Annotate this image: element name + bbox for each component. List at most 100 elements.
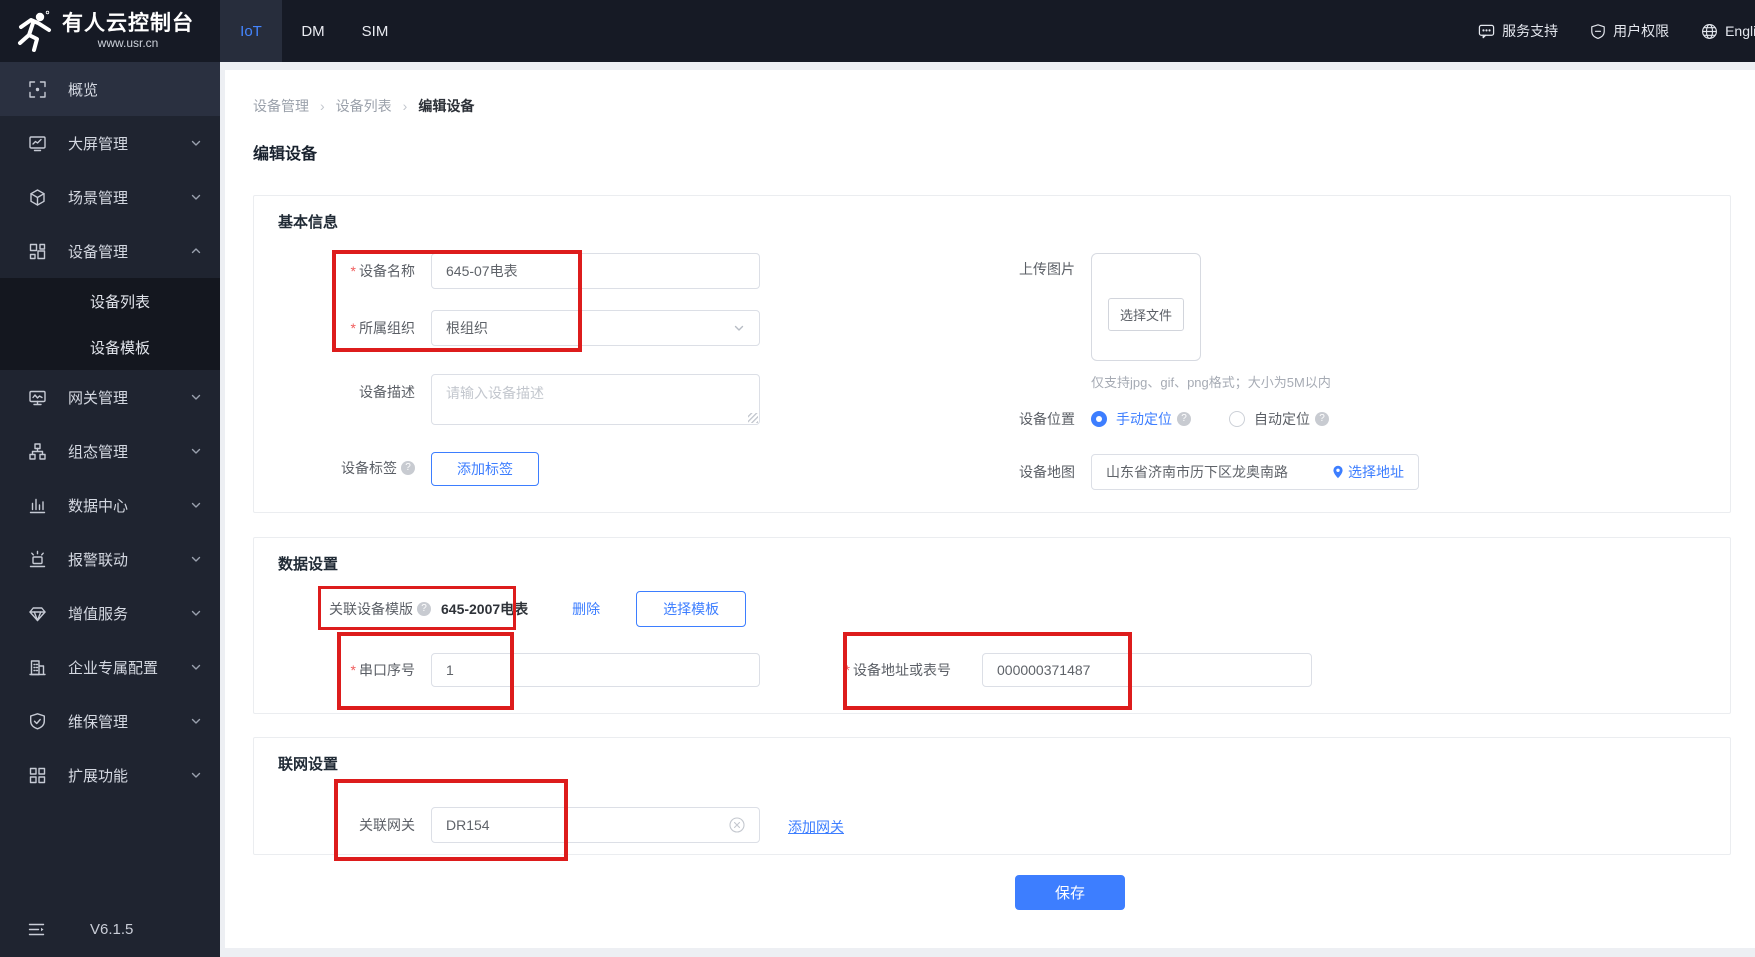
sidebar-item-value-added[interactable]: 增值服务 bbox=[0, 586, 220, 640]
sidebar-label: 概览 bbox=[68, 81, 99, 99]
top-header: 有人云控制台 www.usr.cn IoT DM SIM 服务支持 用户权限 E… bbox=[0, 0, 1755, 62]
sidebar-item-screen-mgmt[interactable]: 大屏管理 bbox=[0, 116, 220, 170]
description-textarea[interactable] bbox=[431, 374, 760, 425]
device-location-label: 设备位置 bbox=[1019, 411, 1075, 427]
chevron-down-icon bbox=[190, 661, 202, 673]
basic-info-card: 基本信息 设备名称 所属组织 根组织 设备描述 设备标签 ? 添加标签 上传图片… bbox=[253, 195, 1731, 513]
auto-locate-radio[interactable] bbox=[1229, 411, 1245, 427]
building-icon bbox=[29, 659, 46, 675]
organization-value: 根组织 bbox=[446, 320, 488, 336]
main-area: 设备管理 › 设备列表 › 编辑设备 编辑设备 基本信息 设备名称 所属组织 根… bbox=[220, 62, 1755, 957]
breadcrumb: 设备管理 › 设备列表 › 编辑设备 bbox=[253, 96, 474, 116]
breadcrumb-device-mgmt[interactable]: 设备管理 bbox=[253, 96, 309, 116]
language-label: English bbox=[1725, 23, 1755, 39]
sidebar-item-enterprise-config[interactable]: 企业专属配置 bbox=[0, 640, 220, 694]
collapse-menu-icon[interactable] bbox=[28, 922, 45, 937]
page-title: 编辑设备 bbox=[253, 146, 318, 163]
configuration-icon bbox=[29, 442, 46, 460]
brand-subtitle: www.usr.cn bbox=[97, 35, 159, 50]
choose-template-button[interactable]: 选择模板 bbox=[636, 591, 747, 627]
sidebar-item-config-mgmt[interactable]: 组态管理 bbox=[0, 424, 220, 478]
choose-address-link[interactable]: 选择地址 bbox=[1332, 462, 1404, 482]
template-label: 关联设备模版 bbox=[329, 601, 413, 617]
permissions-menu[interactable]: 用户权限 bbox=[1590, 21, 1669, 41]
choose-file-button[interactable]: 选择文件 bbox=[1107, 298, 1185, 331]
device-icon bbox=[29, 243, 46, 259]
serial-number-label: 串口序号 bbox=[254, 653, 415, 687]
meter-address-input[interactable] bbox=[982, 653, 1312, 687]
tags-help-icon[interactable]: ? bbox=[401, 461, 415, 475]
chevron-down-icon bbox=[190, 607, 202, 619]
runner-logo-icon bbox=[18, 10, 51, 52]
sidebar-item-device-list[interactable]: 设备列表 bbox=[0, 278, 220, 324]
template-value: 645-2007电表 bbox=[441, 601, 529, 617]
delete-template-link[interactable]: 删除 bbox=[572, 599, 600, 619]
upload-hint: 仅支持jpg、gif、png格式；大小为5M以内 bbox=[1091, 375, 1331, 390]
sidebar-label: 报警联动 bbox=[68, 551, 129, 569]
chevron-up-icon bbox=[190, 245, 202, 257]
chevron-down-icon bbox=[190, 715, 202, 727]
manual-locate-help-icon[interactable]: ? bbox=[1177, 412, 1191, 426]
sidebar-item-data-center[interactable]: 数据中心 bbox=[0, 478, 220, 532]
manual-locate-radio[interactable] bbox=[1091, 411, 1107, 427]
sidebar-label: 扩展功能 bbox=[68, 767, 129, 785]
meter-address-label: 设备地址或表号 bbox=[790, 653, 951, 687]
data-settings-card: 数据设置 关联设备模版 ? 645-2007电表 删除 选择模板 串口序号 设备… bbox=[253, 537, 1731, 714]
sidebar-label: 维保管理 bbox=[68, 713, 129, 731]
big-screen-icon bbox=[29, 135, 46, 151]
breadcrumb-device-list[interactable]: 设备列表 bbox=[336, 96, 392, 116]
scene-icon bbox=[30, 188, 45, 206]
sidebar-item-scene-mgmt[interactable]: 场景管理 bbox=[0, 170, 220, 224]
sidebar-label: 网关管理 bbox=[68, 389, 129, 407]
clear-icon[interactable] bbox=[729, 817, 745, 833]
upload-image-label: 上传图片 bbox=[1019, 261, 1075, 277]
chevron-down-icon bbox=[190, 391, 202, 403]
add-tag-button[interactable]: 添加标签 bbox=[431, 452, 539, 486]
upload-dropzone[interactable]: 选择文件 bbox=[1091, 253, 1201, 361]
gateway-input[interactable]: DR154 bbox=[431, 807, 760, 843]
sidebar-item-device-mgmt[interactable]: 设备管理 bbox=[0, 224, 220, 278]
device-map-input[interactable]: 山东省济南市历下区龙奥南路 选择地址 bbox=[1091, 454, 1419, 490]
sidebar-item-gateway-mgmt[interactable]: 网关管理 bbox=[0, 370, 220, 424]
tab-sim[interactable]: SIM bbox=[344, 0, 406, 62]
shield-icon bbox=[1591, 23, 1605, 39]
chevron-down-icon bbox=[734, 325, 744, 331]
bar-chart-icon bbox=[29, 498, 46, 513]
device-name-input[interactable] bbox=[431, 253, 760, 289]
chevron-down-icon bbox=[190, 553, 202, 565]
data-settings-heading: 数据设置 bbox=[278, 556, 339, 573]
organization-select[interactable]: 根组织 bbox=[431, 310, 760, 346]
location-radio-group: 手动定位 ? 自动定位 ? bbox=[1091, 408, 1329, 430]
manual-locate-label[interactable]: 手动定位 bbox=[1116, 409, 1172, 429]
tab-iot[interactable]: IoT bbox=[220, 0, 282, 62]
device-mgmt-submenu: 设备列表 设备模板 bbox=[0, 278, 220, 370]
tags-label: 设备标签 ? bbox=[254, 451, 415, 485]
sidebar-label: 增值服务 bbox=[68, 605, 129, 623]
sidebar-footer: V6.1.5 bbox=[0, 907, 220, 951]
auto-locate-help-icon[interactable]: ? bbox=[1315, 412, 1329, 426]
template-row: 关联设备模版 ? 645-2007电表 删除 选择模板 bbox=[329, 589, 747, 629]
sidebar-label: 场景管理 bbox=[68, 189, 129, 207]
serial-number-input[interactable] bbox=[431, 653, 760, 687]
sidebar-label: 设备管理 bbox=[68, 243, 129, 261]
version-label: V6.1.5 bbox=[90, 920, 134, 938]
add-gateway-link[interactable]: 添加网关 bbox=[788, 817, 844, 837]
sidebar-item-extensions[interactable]: 扩展功能 bbox=[0, 748, 220, 802]
auto-locate-label[interactable]: 自动定位 bbox=[1254, 409, 1310, 429]
tab-dm[interactable]: DM bbox=[282, 0, 344, 62]
sidebar-item-alarm-linkage[interactable]: 报警联动 bbox=[0, 532, 220, 586]
shield-check-icon bbox=[30, 712, 45, 729]
organization-label: 所属组织 bbox=[254, 310, 415, 346]
sidebar-item-device-template[interactable]: 设备模板 bbox=[0, 324, 220, 370]
sidebar-item-maintenance[interactable]: 维保管理 bbox=[0, 694, 220, 748]
language-switch[interactable]: English bbox=[1701, 23, 1755, 40]
support-menu[interactable]: 服务支持 bbox=[1478, 21, 1558, 41]
permissions-label: 用户权限 bbox=[1613, 23, 1670, 39]
sidebar-label: 组态管理 bbox=[68, 443, 129, 461]
sidebar-item-overview[interactable]: 概览 bbox=[0, 62, 220, 116]
chevron-down-icon bbox=[190, 499, 202, 511]
template-help-icon[interactable]: ? bbox=[417, 602, 431, 616]
save-button[interactable]: 保存 bbox=[1015, 875, 1125, 910]
header-actions: 服务支持 用户权限 English bbox=[1478, 0, 1755, 62]
network-settings-card: 联网设置 关联网关 DR154 添加网关 bbox=[253, 737, 1731, 855]
